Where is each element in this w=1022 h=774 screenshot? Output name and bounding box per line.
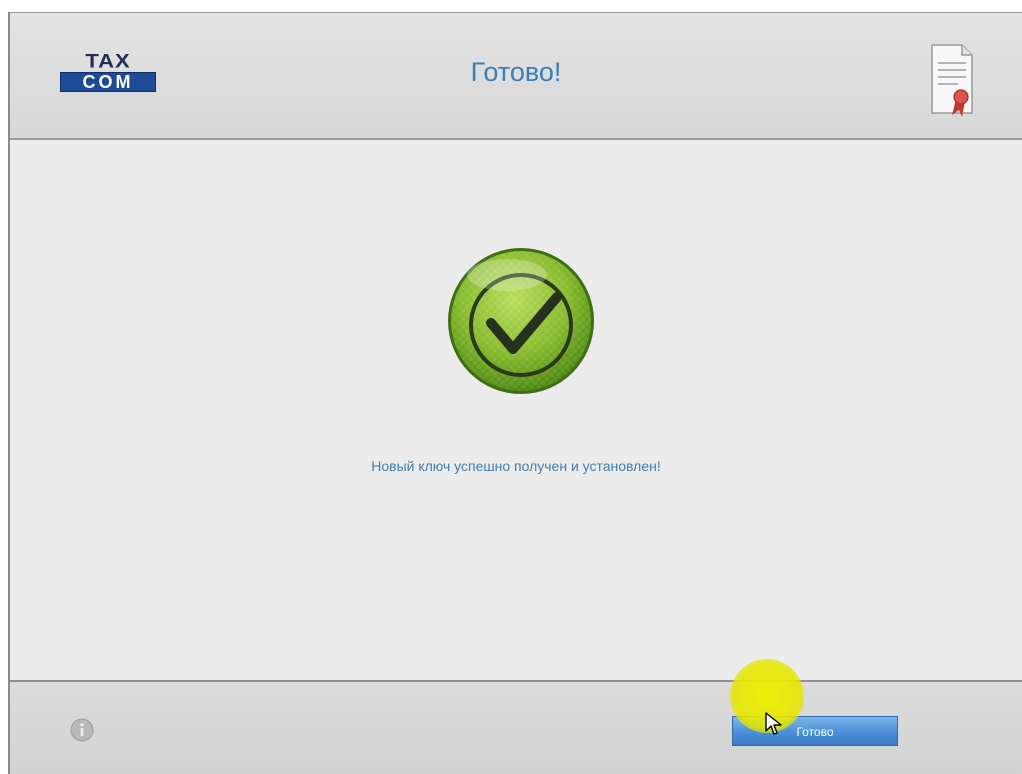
page-title: Готово!: [470, 57, 562, 87]
dialog-content: Новый ключ успешно получен и установлен!: [10, 140, 1022, 680]
dialog-window: TAX COM Готово! Новый ключ успешно получ…: [8, 12, 1022, 774]
checkmark-icon: [448, 248, 594, 394]
certificate-icon: [931, 44, 973, 117]
info-icon[interactable]: [70, 718, 94, 742]
dialog-footer: Готово: [10, 680, 1022, 774]
success-message: Новый ключ успешно получен и установлен!: [371, 458, 661, 474]
dialog-header: TAX COM Готово!: [10, 13, 1022, 140]
done-button[interactable]: Готово: [732, 716, 898, 746]
